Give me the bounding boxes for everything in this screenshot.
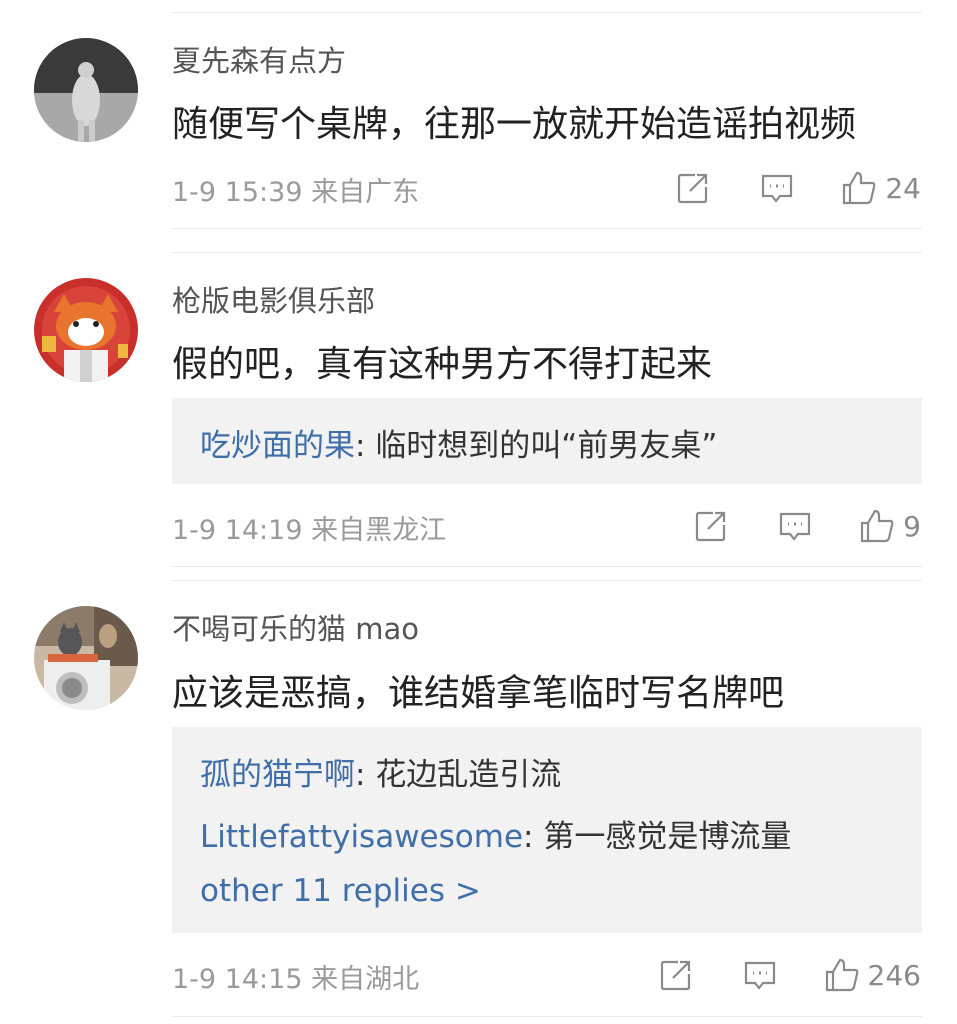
share-icon[interactable] (693, 508, 729, 544)
username[interactable]: 枪版电影俱乐部 (172, 278, 375, 320)
comment-icon[interactable] (777, 508, 813, 544)
share-icon[interactable] (658, 957, 694, 993)
comment-meta: 1-9 15:39 来自广东 (172, 170, 419, 209)
comment-actions: 9 (693, 506, 921, 546)
comment-meta: 1-9 14:19 来自黑龙江 (172, 508, 446, 547)
username[interactable]: 不喝可乐的猫 mao (172, 606, 419, 648)
reply-item[interactable]: 孤的猫宁啊: 花边乱造引流 (200, 749, 561, 794)
comment-divider (172, 1016, 922, 1017)
like-icon (859, 508, 895, 544)
reply-text: 临时想到的叫“前男友桌” (375, 428, 718, 464)
like-count: 24 (885, 171, 921, 205)
username[interactable]: 夏先森有点方 (172, 38, 346, 80)
share-icon[interactable] (675, 170, 711, 206)
comment-time: 1-9 14:15 (172, 964, 303, 995)
reply-username[interactable]: 孤的猫宁啊 (200, 757, 355, 793)
comment-location: 来自广东 (311, 177, 420, 208)
comment-icon[interactable] (742, 957, 778, 993)
comment-actions: 246 (658, 955, 921, 995)
reply-username[interactable]: 吃炒面的果 (200, 428, 355, 464)
comment-actions: 24 (675, 168, 921, 208)
reply-username[interactable]: Littlefattyisawesome (200, 819, 523, 855)
comment-location: 来自黑龙江 (311, 515, 447, 546)
like-button[interactable]: 246 (824, 957, 921, 993)
top-divider (172, 12, 922, 13)
avatar[interactable] (34, 38, 138, 142)
reply-box[interactable]: 孤的猫宁啊: 花边乱造引流 Littlefattyisawesome: 第一感觉… (172, 727, 922, 933)
avatar[interactable] (34, 278, 138, 382)
comment-divider (172, 566, 922, 567)
comment-meta: 1-9 14:15 来自湖北 (172, 957, 419, 996)
like-button[interactable]: 9 (859, 508, 921, 544)
like-button[interactable]: 24 (841, 170, 921, 206)
comment-location: 来自湖北 (311, 964, 420, 995)
more-replies-link[interactable]: other 11 replies > (200, 873, 481, 909)
reply-text: 第一感觉是博流量 (543, 819, 792, 855)
reply-box[interactable]: 吃炒面的果: 临时想到的叫“前男友桌” (172, 398, 922, 484)
like-count: 9 (903, 509, 921, 543)
reply-separator: : (355, 428, 376, 464)
reply-item[interactable]: 吃炒面的果: 临时想到的叫“前男友桌” (200, 420, 717, 465)
avatar[interactable] (34, 606, 138, 710)
comment-text: 假的吧，真有这种男方不得打起来 (172, 344, 713, 385)
comment-time: 1-9 15:39 (172, 177, 303, 208)
comment-divider (172, 252, 922, 253)
like-icon (841, 170, 877, 206)
like-icon (824, 957, 860, 993)
comment-text: 应该是恶搞，谁结婚拿笔临时写名牌吧 (172, 673, 785, 714)
comment-divider (172, 228, 922, 229)
reply-text: 花边乱造引流 (375, 757, 562, 793)
comment-icon[interactable] (759, 170, 795, 206)
like-count: 246 (867, 958, 921, 992)
reply-separator: : (355, 757, 376, 793)
comment-time: 1-9 14:19 (172, 515, 303, 546)
comment-divider (172, 580, 922, 581)
reply-item[interactable]: Littlefattyisawesome: 第一感觉是博流量 (200, 811, 791, 856)
comment-text: 随便写个桌牌，往那一放就开始造谣拍视频 (172, 104, 857, 145)
reply-separator: : (523, 819, 544, 855)
